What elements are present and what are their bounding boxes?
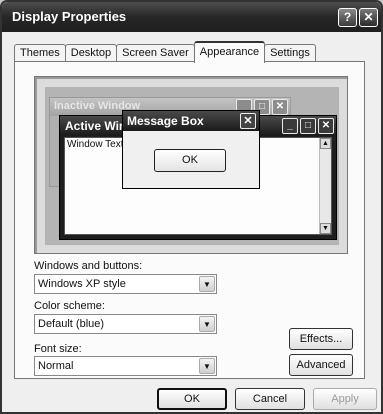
maximize-icon: □ — [300, 118, 316, 134]
close-button[interactable]: ✕ — [359, 8, 378, 27]
close-icon: ✕ — [272, 99, 288, 115]
tab-screen-saver[interactable]: Screen Saver — [116, 44, 195, 62]
close-icon: ✕ — [318, 118, 334, 134]
preview-desktop: Inactive Window _ □ ✕ Active Window _ □ … — [45, 87, 339, 245]
font-size-value: Normal — [38, 360, 74, 372]
window-title: Display Properties — [12, 9, 127, 24]
chevron-down-icon[interactable]: ▼ — [199, 358, 215, 374]
appearance-panel: Inactive Window _ □ ✕ Active Window _ □ … — [14, 61, 365, 379]
font-size-label: Font size: — [34, 343, 82, 355]
cancel-button[interactable]: Cancel — [235, 388, 305, 410]
scroll-down-icon: ▼ — [320, 223, 331, 234]
windows-buttons-select[interactable]: Windows XP style ▼ — [34, 274, 217, 294]
font-size-select[interactable]: Normal ▼ — [34, 356, 217, 376]
ok-button[interactable]: OK — [157, 388, 227, 410]
message-box-preview: Message Box ✕ OK — [122, 110, 260, 189]
title-bar[interactable]: Display Properties ? ✕ — [2, 2, 381, 32]
tab-themes[interactable]: Themes — [14, 44, 66, 62]
scroll-up-icon: ▲ — [320, 138, 331, 149]
display-properties-window: Display Properties ? ✕ Themes Desktop Sc… — [0, 0, 383, 414]
color-scheme-value: Default (blue) — [38, 318, 105, 330]
chevron-down-icon[interactable]: ▼ — [199, 316, 215, 332]
minimize-icon: _ — [282, 118, 298, 134]
apply-button[interactable]: Apply — [313, 388, 377, 410]
message-box-title: Message Box — [127, 114, 204, 128]
windows-buttons-label: Windows and buttons: — [34, 260, 143, 272]
tab-strip: Themes Desktop Screen Saver Appearance S… — [14, 41, 316, 63]
windows-buttons-value: Windows XP style — [38, 278, 126, 290]
message-box-title-bar: Message Box ✕ — [123, 111, 259, 131]
color-scheme-select[interactable]: Default (blue) ▼ — [34, 314, 217, 334]
appearance-preview: Inactive Window _ □ ✕ Active Window _ □ … — [34, 76, 348, 254]
tab-desktop[interactable]: Desktop — [64, 44, 118, 62]
window-text-sample: Window Text — [67, 139, 124, 150]
help-button[interactable]: ? — [338, 8, 357, 27]
tab-settings[interactable]: Settings — [264, 44, 316, 62]
effects-button[interactable]: Effects... — [289, 328, 353, 350]
tab-appearance[interactable]: Appearance — [193, 41, 266, 63]
preview-scrollbar: ▲ ▼ — [319, 138, 331, 234]
advanced-button[interactable]: Advanced — [289, 354, 353, 376]
chevron-down-icon[interactable]: ▼ — [199, 276, 215, 292]
preview-ok-button: OK — [154, 149, 226, 172]
close-icon: ✕ — [240, 113, 256, 129]
color-scheme-label: Color scheme: — [34, 300, 105, 312]
